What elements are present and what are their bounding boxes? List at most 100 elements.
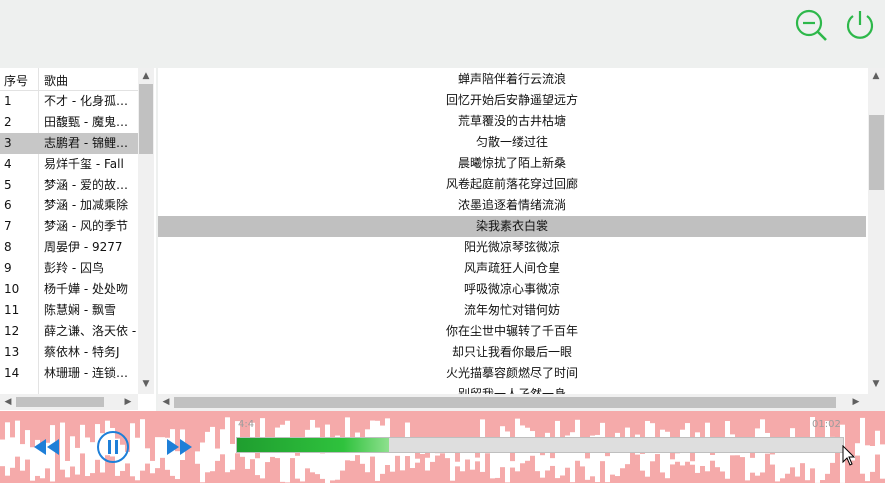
visualizer-bar <box>590 411 595 436</box>
scroll-right-arrow[interactable]: ▶ <box>120 396 136 408</box>
visualizer-bar <box>530 455 535 483</box>
visualizer-bar <box>275 458 280 483</box>
visualizer-bar <box>430 461 435 483</box>
lyric-line[interactable]: 风声疏狂人间仓皇 <box>158 258 866 279</box>
scroll-up-arrow[interactable]: ▲ <box>138 70 154 82</box>
visualizer-bar <box>390 411 395 438</box>
zoom-out-icon[interactable] <box>794 8 828 42</box>
visualizer-bar <box>790 411 795 429</box>
visualizer-bar <box>340 411 345 439</box>
lyric-line[interactable]: 你在尘世中辗转了千百年 <box>158 321 866 342</box>
scroll-down-arrow[interactable]: ▼ <box>138 378 154 390</box>
visualizer-bar <box>525 411 530 428</box>
visualizer-bar <box>140 411 145 420</box>
lyrics-hscroll-thumb[interactable] <box>174 397 836 408</box>
visualizer-bar <box>320 478 325 483</box>
playlist-row[interactable]: 14 林珊珊 - 连锁反应 <box>0 363 138 384</box>
lyric-line[interactable]: 浓墨追逐着情绪流淌 <box>158 195 866 216</box>
visualizer-bar <box>405 411 410 423</box>
visualizer-bar <box>15 456 20 483</box>
visualizer-bar <box>280 411 285 425</box>
lyric-line[interactable]: 风卷起庭前落花穿过回廊 <box>158 174 866 195</box>
next-icon[interactable] <box>164 437 194 457</box>
playlist-row[interactable]: 12 薛之谦、洛天依 - <box>0 321 138 342</box>
visualizer-bar <box>695 472 700 483</box>
playlist-vscrollbar[interactable]: ▲ ▼ <box>138 68 154 394</box>
playlist-row[interactable]: 11 陈慧娴 - 飘雪 <box>0 300 138 321</box>
visualizer-bar <box>140 470 145 483</box>
row-number: 12 <box>4 323 20 338</box>
playlist-row[interactable]: 8 周晏伊 - 9277 <box>0 237 138 258</box>
playlist-row[interactable]: 7 梦涵 - 风的季节 <box>0 216 138 237</box>
visualizer-bar <box>365 411 370 430</box>
lyric-line[interactable]: 匀散一缕过往 <box>158 132 866 153</box>
playlist-row[interactable]: 1 不才 - 化身孤岛... <box>0 91 138 112</box>
playlist-row[interactable]: 6 梦涵 - 加减乘除 <box>0 195 138 216</box>
pause-icon[interactable] <box>96 430 130 464</box>
visualizer-bar <box>80 453 85 483</box>
lyrics-vscrollbar[interactable]: ▲ ▼ <box>868 68 885 394</box>
visualizer-bar <box>560 411 565 440</box>
visualizer-bar <box>405 456 410 483</box>
power-icon[interactable] <box>843 8 877 42</box>
visualizer-bar <box>20 470 25 483</box>
playlist-row[interactable]: 10 杨千嬅 - 处处吻 <box>0 279 138 300</box>
visualizer-bar <box>520 411 525 426</box>
lyrics-vscroll-thumb[interactable] <box>869 115 884 190</box>
lyric-line[interactable]: 呼吸微凉心事微凉 <box>158 279 866 300</box>
playlist-row[interactable]: 3 志鹏君 - 锦鲤抄... <box>0 132 138 154</box>
visualizer-bar <box>235 453 240 483</box>
visualizer-bar <box>270 456 275 483</box>
playlist-hscrollbar[interactable]: ◀ ▶ <box>0 394 138 410</box>
visualizer-bar <box>345 460 350 483</box>
visualizer-bar <box>50 411 55 426</box>
visualizer-bar <box>530 411 535 432</box>
playlist-row[interactable]: 2 田馥甄 - 魔鬼中... <box>0 112 138 133</box>
playlist-vscroll-thumb[interactable] <box>139 84 153 154</box>
lyric-line[interactable]: 晨曦惊扰了陌上新桑 <box>158 153 866 174</box>
visualizer-bar <box>190 457 195 483</box>
visualizer-bar <box>25 411 30 431</box>
visualizer-bar <box>440 453 445 483</box>
visualizer-bar <box>515 471 520 483</box>
scroll-down-arrow[interactable]: ▼ <box>868 378 884 390</box>
lyric-line[interactable]: 蝉声陪伴着行云流浪 <box>158 69 866 90</box>
previous-icon[interactable] <box>32 437 62 457</box>
lyric-line[interactable]: 流年匆忙对错何妨 <box>158 300 866 321</box>
visualizer-bar <box>380 411 385 426</box>
scroll-up-arrow[interactable]: ▲ <box>868 70 884 82</box>
lyric-line[interactable]: 回忆开始后安静遥望远方 <box>158 90 866 111</box>
scroll-left-arrow[interactable]: ◀ <box>0 396 16 408</box>
visualizer-bar <box>345 411 350 418</box>
header-title[interactable]: 歌曲 <box>44 72 138 89</box>
lyric-line[interactable]: 荒草覆没的古井枯塘 <box>158 111 866 132</box>
lyric-line[interactable]: 阳光微凉琴弦微凉 <box>158 237 866 258</box>
row-number: 9 <box>4 261 12 276</box>
visualizer-bar <box>170 475 175 483</box>
visualizer-bar <box>635 454 640 483</box>
scroll-left-arrow[interactable]: ◀ <box>158 396 174 408</box>
row-number: 2 <box>4 114 12 129</box>
visualizer-bar <box>545 411 550 433</box>
playlist-row[interactable]: 9 彭羚 - 囚鸟 <box>0 258 138 279</box>
lyrics-lines: 蝉声陪伴着行云流浪 回忆开始后安静遥望远方 荒草覆没的古井枯塘 匀散一缕过往 晨曦惊扰了… <box>158 69 866 405</box>
current-lyric-line[interactable]: 染我素衣白裳 <box>158 216 866 237</box>
playlist-row[interactable]: 13 蔡依林 - 特务J <box>0 342 138 363</box>
row-song-title: 志鹏君 - 锦鲤抄... <box>44 135 138 150</box>
playlist-row[interactable]: 5 梦涵 - 爱的故事... <box>0 175 138 196</box>
lyrics-hscrollbar[interactable]: ◀ ▶ <box>158 394 885 411</box>
row-number: 1 <box>4 94 12 108</box>
lyric-line[interactable]: 火光描摹容颜燃尽了时间 <box>158 363 866 384</box>
visualizer-bar <box>0 411 5 440</box>
visualizer-bar <box>810 411 815 418</box>
visualizer-bar <box>635 411 640 435</box>
visualizer-bar <box>865 411 870 446</box>
playlist-row[interactable]: 4 易烊千玺 - Fall <box>0 154 138 175</box>
header-no[interactable]: 序号 <box>4 72 36 89</box>
visualizer-bar <box>155 468 160 483</box>
lyric-line[interactable]: 却只让我看你最后一眼 <box>158 342 866 363</box>
scroll-right-arrow[interactable]: ▶ <box>848 396 864 408</box>
progress-bar[interactable] <box>236 437 844 453</box>
playlist-hscroll-thumb[interactable] <box>16 397 104 407</box>
visualizer-bar <box>750 472 755 483</box>
